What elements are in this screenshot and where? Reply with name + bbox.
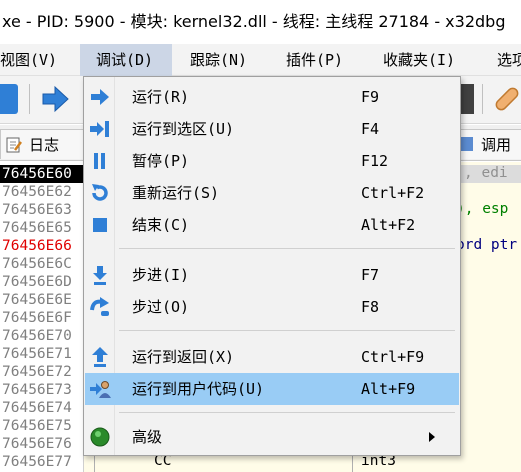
tab-call-stack[interactable]: 调用	[452, 129, 521, 159]
disasm-operand: , edi	[464, 165, 508, 181]
menu-item-shortcut: Ctrl+F9	[361, 348, 425, 366]
run-arrow-icon	[91, 89, 109, 105]
menu-item-shortcut: F8	[361, 298, 380, 316]
menu-item-advanced[interactable]: 高级	[85, 421, 459, 453]
menu-item-stop[interactable]: 结束(C) Alt+F2	[85, 209, 459, 241]
address-row[interactable]: 76456E73	[2, 381, 72, 399]
menu-item-run-to-selection[interactable]: 运行到选区(U) F4	[85, 113, 459, 145]
address-row[interactable]: 76456E60	[0, 165, 83, 183]
menu-item-label: 运行到返回(X)	[132, 348, 235, 366]
open-file-button[interactable]	[0, 84, 18, 114]
menu-item-label: 运行(R)	[132, 88, 190, 106]
menu-item-label: 步进(I)	[132, 266, 190, 284]
menu-item-label: 暂停(P)	[132, 152, 190, 170]
menu-item-shortcut: Alt+F9	[361, 380, 416, 398]
address-row[interactable]: 76456E76	[2, 435, 72, 453]
address-row[interactable]: 76456E77	[2, 453, 72, 471]
address-row[interactable]: 76456E62	[2, 183, 72, 201]
debug-menu-dropdown: 运行(R) F9 运行到选区(U) F4 暂停(P) F12 重新运行(S) C…	[83, 76, 461, 456]
run-to-selection-icon	[90, 121, 109, 137]
menu-view[interactable]: 视图(V)	[0, 44, 74, 76]
menu-item-label: 重新运行(S)	[132, 184, 220, 202]
address-row[interactable]: 76456E6E	[2, 291, 72, 309]
menu-item-shortcut: F4	[361, 120, 380, 138]
address-row[interactable]: 76456E75	[2, 417, 72, 435]
menu-item-step-into[interactable]: 步进(I) F7	[85, 259, 459, 291]
menu-plugins[interactable]: 插件(P)	[286, 44, 366, 76]
bandage-icon[interactable]	[492, 84, 521, 114]
menu-item-shortcut: Ctrl+F2	[361, 184, 425, 202]
menu-item-run-till-return[interactable]: 运行到返回(X) Ctrl+F9	[85, 341, 459, 373]
address-row[interactable]: 76456E63	[2, 201, 72, 219]
menu-item-step-over[interactable]: 步过(O) F8	[85, 291, 459, 323]
restart-icon	[92, 184, 108, 201]
toolbar-divider	[29, 84, 30, 114]
toolbar-divider	[482, 84, 483, 114]
advanced-green-icon	[90, 427, 110, 447]
address-row[interactable]: 76456E65	[2, 219, 72, 237]
run-button[interactable]	[40, 84, 70, 114]
address-column: 76456E60 76456E62 76456E63 76456E65 7645…	[0, 162, 83, 472]
address-row[interactable]: 76456E6C	[2, 255, 72, 273]
menu-item-pause[interactable]: 暂停(P) F12	[85, 145, 459, 177]
address-row[interactable]: 76456E6D	[2, 273, 72, 291]
window-title: xe - PID: 5900 - 模块: kernel32.dll - 线程: …	[0, 0, 521, 44]
disasm-operand: ord ptr	[456, 237, 518, 253]
menu-separator	[119, 412, 455, 413]
menu-item-run-to-user-code[interactable]: 运行到用户代码(U) Alt+F9	[85, 373, 459, 405]
address-row[interactable]: 76456E74	[2, 399, 72, 417]
tab-log-label: 日志	[29, 136, 60, 154]
address-row[interactable]: 76456E71	[2, 345, 72, 363]
menu-item-shortcut: F12	[361, 152, 389, 170]
menu-bar: 视图(V) 调试(D) 跟踪(N) 插件(P) 收藏夹(I) 选项	[0, 44, 521, 76]
tab-log[interactable]: 日志	[0, 129, 84, 159]
tab-call-label: 调用	[481, 136, 512, 154]
address-row[interactable]: 76456E70	[2, 327, 72, 345]
pause-icon	[94, 153, 105, 169]
menu-item-label: 步过(O)	[132, 298, 190, 316]
address-row[interactable]: 76456E66	[2, 237, 72, 255]
menu-item-restart[interactable]: 重新运行(S) Ctrl+F2	[85, 177, 459, 209]
execute-till-return-icon	[92, 347, 108, 367]
address-row[interactable]: 76456E6F	[2, 309, 72, 327]
address-row[interactable]: 76456E72	[2, 363, 72, 381]
menu-item-label: 高级	[132, 428, 163, 446]
menu-favourites[interactable]: 收藏夹(I)	[383, 44, 483, 76]
menu-debug[interactable]: 调试(D)	[80, 44, 172, 76]
run-to-user-code-icon	[90, 381, 111, 398]
disasm-operand: ), esp	[456, 201, 509, 217]
menu-trace[interactable]: 跟踪(N)	[190, 44, 270, 76]
menu-item-label: 运行到选区(U)	[132, 120, 235, 138]
menu-item-run[interactable]: 运行(R) F9	[85, 81, 459, 113]
step-into-icon	[93, 266, 107, 285]
menu-separator	[119, 248, 455, 249]
step-over-icon	[90, 297, 109, 316]
stop-icon	[93, 218, 107, 232]
menu-item-shortcut: Alt+F2	[361, 216, 416, 234]
call-stack-icon	[459, 137, 473, 151]
menu-item-shortcut: F9	[361, 88, 380, 106]
toolbar-dark-button[interactable]	[460, 84, 474, 114]
menu-item-label: 运行到用户代码(U)	[132, 380, 265, 398]
notepad-icon	[6, 137, 22, 153]
menu-separator	[119, 330, 455, 331]
submenu-arrow-icon	[429, 432, 435, 442]
menu-options[interactable]: 选项	[497, 44, 521, 76]
menu-item-label: 结束(C)	[132, 216, 190, 234]
menu-item-shortcut: F7	[361, 266, 380, 284]
